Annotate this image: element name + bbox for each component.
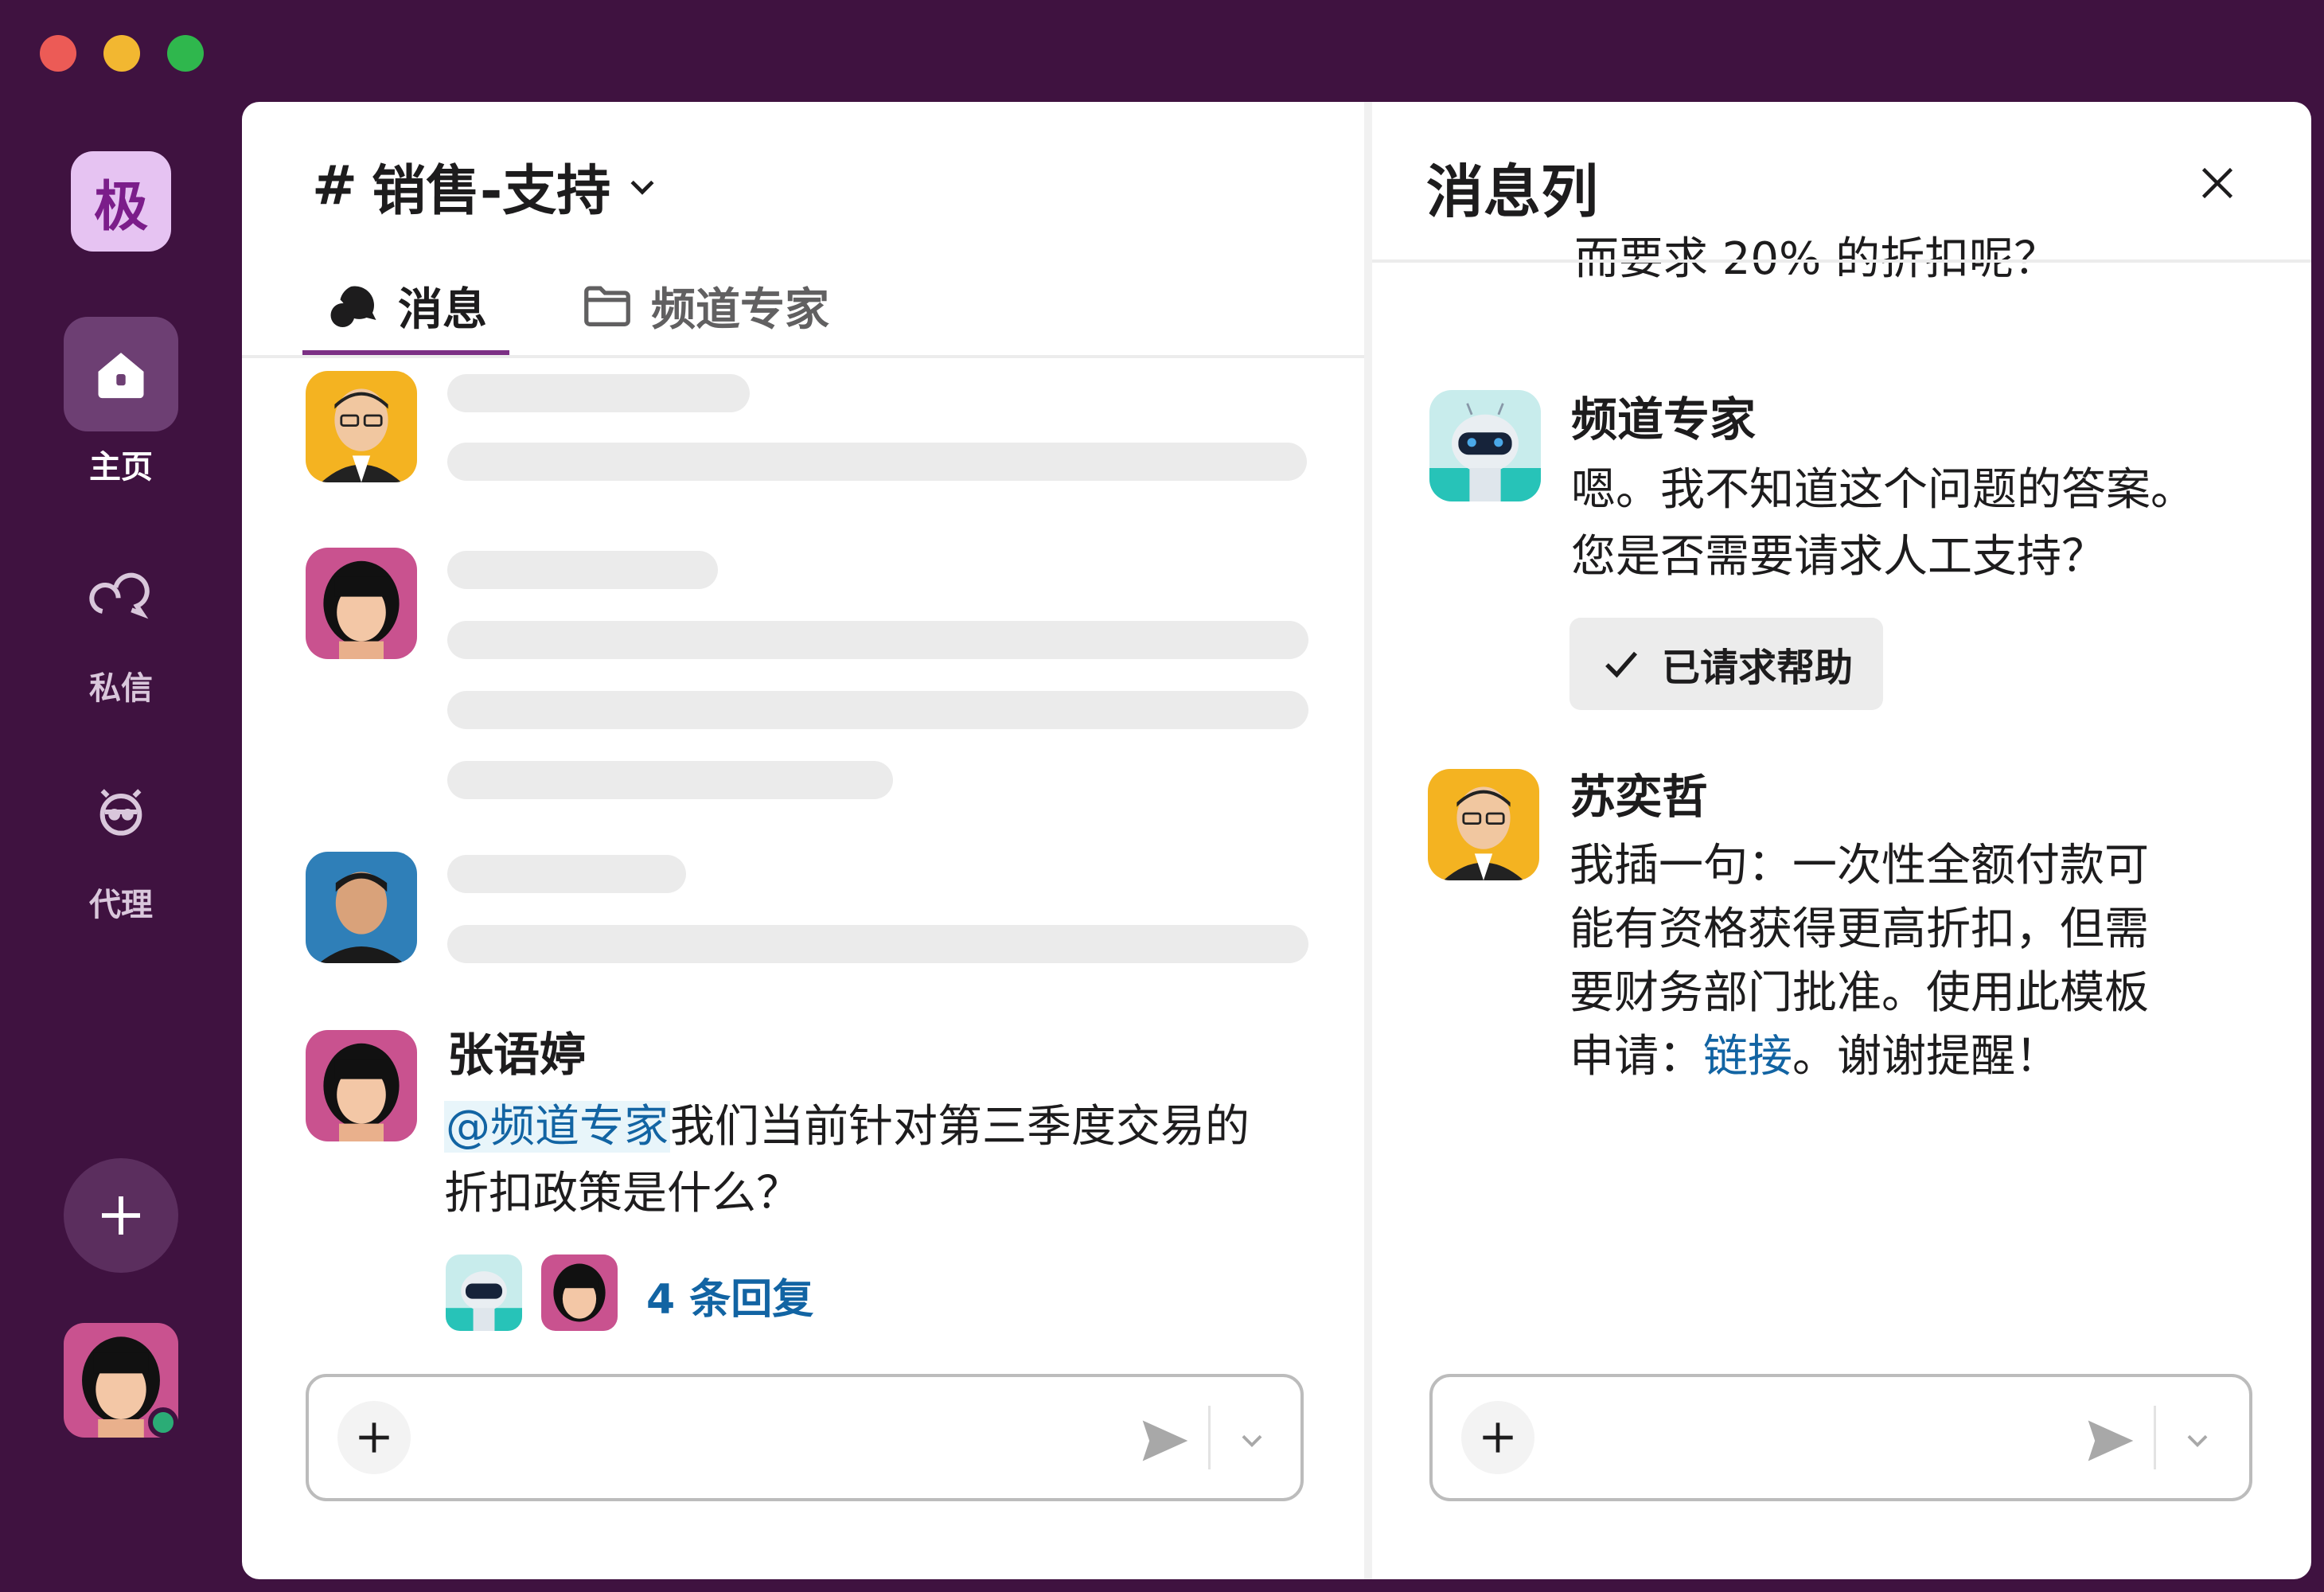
avatar[interactable] <box>1429 390 1541 501</box>
add-button[interactable] <box>64 1158 178 1273</box>
pane-divider <box>1364 102 1372 1579</box>
send-icon[interactable] <box>1138 1414 1192 1468</box>
loading-placeholder <box>447 374 750 412</box>
attach-button[interactable] <box>1461 1401 1534 1474</box>
help-requested-button[interactable]: 已请求帮助 <box>1569 618 1884 710</box>
channel-name: 销售-支持 <box>371 160 611 223</box>
message-author[interactable]: 苏奕哲 <box>1569 759 1708 826</box>
sidebar-item-home[interactable]: 主页 <box>0 317 242 487</box>
tab-messages[interactable]: 消息 <box>302 261 509 357</box>
hash-icon: # <box>312 154 357 217</box>
header-divider <box>1372 259 2311 263</box>
message-text-line: 您是否需要请求人工支持？ <box>1571 531 2106 583</box>
loading-placeholder <box>447 691 1308 729</box>
attach-button[interactable] <box>337 1401 411 1474</box>
tab-label: 消息 <box>398 283 487 336</box>
workspace-switcher[interactable]: 极 <box>71 151 171 252</box>
message-author[interactable]: 频道专家 <box>1571 382 1756 449</box>
loading-placeholder <box>447 761 893 799</box>
thread-title: 消息列 <box>1426 158 1599 225</box>
thread-composer[interactable] <box>1429 1374 2252 1501</box>
thread-pane: 而要求 20% 的折扣呢？ 消息列 频道专家 嗯。我不知道这个问题的答案。 您是… <box>1372 102 2311 1579</box>
loading-placeholder <box>447 855 686 893</box>
sidebar-item-dms[interactable]: 私信 <box>0 538 242 708</box>
divider <box>2154 1406 2156 1469</box>
template-link[interactable]: 链接 <box>1703 1031 1792 1083</box>
message-text-line: 折扣政策是什么？ <box>444 1168 801 1219</box>
loading-placeholder <box>447 925 1308 963</box>
home-icon <box>98 353 144 399</box>
plus-icon <box>359 1422 389 1453</box>
dm-icon <box>89 572 150 619</box>
message-text-line: 要财务部门批准。使用此模板 <box>1569 967 2149 1019</box>
folder-icon <box>584 286 630 326</box>
message-author[interactable]: 张语婷 <box>447 1017 586 1084</box>
message-text-line: 我插一句：一次性全额付款可 <box>1569 840 2149 892</box>
message-composer[interactable] <box>306 1374 1304 1501</box>
avatar[interactable] <box>306 548 417 659</box>
message-body: @频道专家我们当前针对第三季度交易的 折扣政策是什么？ <box>444 1094 1336 1227</box>
message-text-line: 申请： <box>1569 1031 1703 1083</box>
presence-indicator <box>148 1407 178 1438</box>
window-close-button[interactable] <box>40 35 76 72</box>
tab-channel-expert[interactable]: 频道专家 <box>557 261 852 350</box>
message-body: 我插一句：一次性全额付款可 能有资格获得更高折扣，但需 要财务部门批准。使用此模… <box>1569 834 2286 1089</box>
reply-avatar <box>541 1254 618 1331</box>
plus-icon <box>1483 1422 1513 1453</box>
app-window: # 销售-支持 消息 频道专家 张语婷 @频道专家我们当前针对第三季度交易的 折… <box>242 102 2311 1579</box>
avatar[interactable] <box>306 1030 417 1141</box>
message-text-line: 我们当前针对第三季度交易的 <box>670 1101 1250 1153</box>
chevron-down-icon[interactable] <box>1237 1425 1267 1455</box>
loading-placeholder <box>447 551 718 589</box>
messages-icon <box>330 286 376 327</box>
message-body: 嗯。我不知道这个问题的答案。 您是否需要请求人工支持？ <box>1571 457 2287 591</box>
window-minimize-button[interactable] <box>103 35 140 72</box>
chevron-down-icon[interactable] <box>2182 1425 2213 1455</box>
window-zoom-button[interactable] <box>167 35 204 72</box>
user-mention[interactable]: @频道专家 <box>444 1101 670 1153</box>
send-icon[interactable] <box>2084 1414 2138 1468</box>
divider <box>1208 1406 1211 1469</box>
channel-header[interactable]: # 销售-支持 <box>312 146 660 225</box>
avatar[interactable] <box>1428 769 1539 880</box>
agent-icon <box>99 789 142 836</box>
message-text-line: 嗯。我不知道这个问题的答案。 <box>1571 464 2195 516</box>
avatar[interactable] <box>306 371 417 482</box>
avatar[interactable] <box>306 852 417 963</box>
tab-divider <box>242 355 1364 358</box>
sidebar-item-label: 私信 <box>89 670 153 707</box>
message-text-line: 能有资格获得更高折扣，但需 <box>1569 903 2149 955</box>
channel-pane: # 销售-支持 消息 频道专家 张语婷 @频道专家我们当前针对第三季度交易的 折… <box>242 102 1364 1579</box>
button-label: 已请求帮助 <box>1662 646 1854 690</box>
chevron-down-icon <box>630 180 654 195</box>
reply-avatar <box>446 1254 522 1331</box>
close-icon[interactable] <box>2193 159 2241 207</box>
loading-placeholder <box>447 621 1308 659</box>
plus-icon <box>102 1196 140 1235</box>
checkmark-icon <box>1605 651 1638 678</box>
channel-tabs: 消息 频道专家 <box>302 261 852 357</box>
message-text-line: 。谢谢提醒！ <box>1792 1031 2060 1083</box>
sidebar-item-label: 代理 <box>89 887 153 923</box>
loading-placeholder <box>447 443 1307 481</box>
thread-replies-link[interactable]: 4 条回复 <box>646 1266 813 1325</box>
sidebar-item-label: 主页 <box>89 449 153 486</box>
sidebar-item-agents[interactable]: 代理 <box>0 755 242 925</box>
tab-label: 频道专家 <box>651 283 829 336</box>
